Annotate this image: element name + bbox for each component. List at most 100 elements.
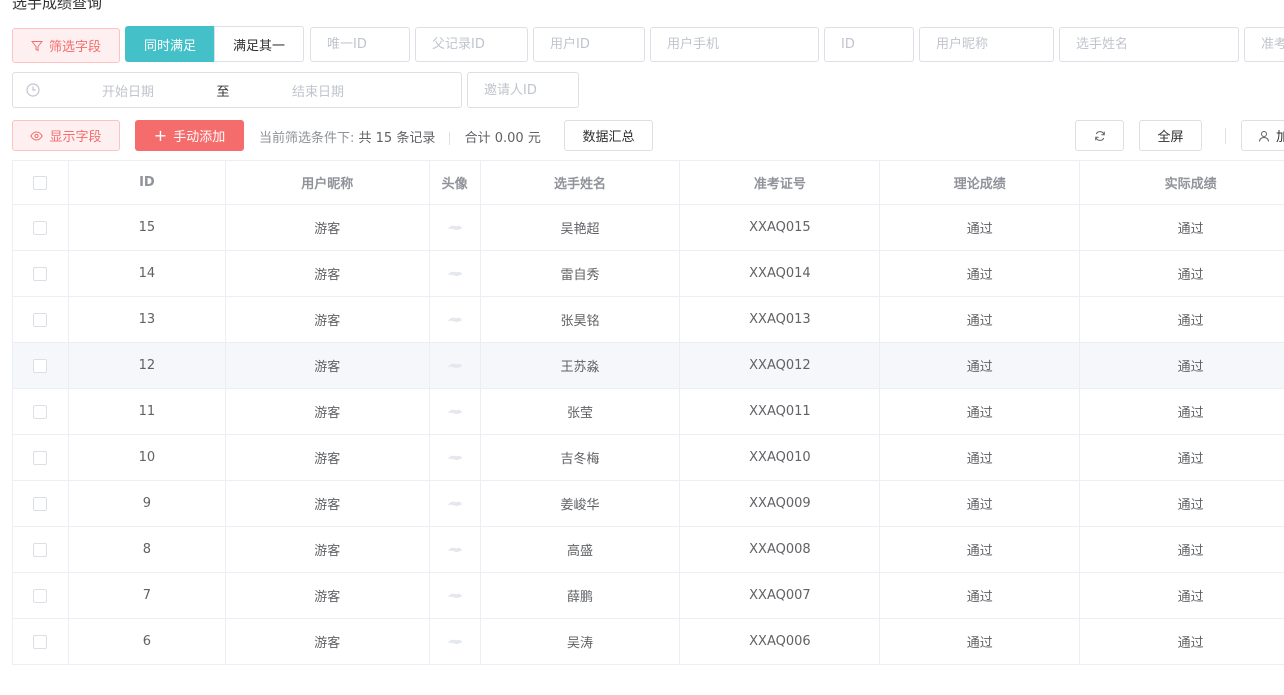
avatar[interactable] bbox=[446, 361, 464, 371]
table-row[interactable]: 6 游客 吴涛 XXAQ006 通过 通过 bbox=[13, 619, 1284, 665]
id-input[interactable] bbox=[825, 28, 913, 61]
row-checkbox[interactable] bbox=[33, 220, 48, 235]
cell-practical-score: 通过 bbox=[1080, 619, 1284, 664]
aggregate-button[interactable]: 数据汇总 bbox=[564, 120, 653, 151]
avatar[interactable] bbox=[446, 637, 464, 647]
header-exam-no[interactable]: 准考证号 bbox=[680, 161, 881, 204]
user-nickname-input[interactable] bbox=[920, 28, 1053, 61]
table-row[interactable]: 15 游客 吴艳超 XXAQ015 通过 通过 bbox=[13, 205, 1284, 251]
cell-exam-no: XXAQ008 bbox=[680, 527, 881, 572]
row-checkbox[interactable] bbox=[33, 312, 48, 327]
cell-avatar bbox=[430, 619, 481, 664]
parent-id-field[interactable] bbox=[415, 27, 528, 62]
cell-nickname: 游客 bbox=[226, 297, 430, 342]
select-all-checkbox[interactable] bbox=[33, 175, 48, 190]
exam-no-field[interactable] bbox=[1244, 27, 1284, 62]
table-row[interactable]: 12 游客 王苏淼 XXAQ012 通过 通过 bbox=[13, 343, 1284, 389]
toolbar-divider bbox=[1225, 128, 1226, 144]
cell-avatar bbox=[430, 389, 481, 434]
cell-avatar bbox=[430, 573, 481, 618]
cell-exam-no: XXAQ010 bbox=[680, 435, 881, 480]
table-row[interactable]: 10 游客 吉冬梅 XXAQ010 通过 通过 bbox=[13, 435, 1284, 481]
summary-total: 合计 0.00 元 bbox=[464, 131, 541, 146]
match-all-toggle[interactable]: 同时满足 bbox=[125, 26, 215, 62]
parent-id-input[interactable] bbox=[416, 28, 527, 61]
cell-practical-score: 通过 bbox=[1080, 297, 1284, 342]
filter-fields-label: 筛选字段 bbox=[48, 40, 101, 55]
player-name-input[interactable] bbox=[1060, 28, 1238, 61]
cell-nickname: 游客 bbox=[226, 435, 430, 480]
inviter-id-input[interactable] bbox=[468, 73, 578, 107]
table-row[interactable]: 13 游客 张昊铭 XXAQ013 通过 通过 bbox=[13, 297, 1284, 343]
user-id-field[interactable] bbox=[533, 27, 645, 62]
row-checkbox[interactable] bbox=[33, 542, 48, 557]
user-phone-field[interactable] bbox=[650, 27, 819, 62]
row-checkbox-cell bbox=[13, 435, 69, 480]
header-practical-score[interactable]: 实际成绩 bbox=[1080, 161, 1284, 204]
header-nickname[interactable]: 用户昵称 bbox=[226, 161, 430, 204]
cell-nickname: 游客 bbox=[226, 205, 430, 250]
row-checkbox[interactable] bbox=[33, 496, 48, 511]
manual-add-label: 手动添加 bbox=[173, 130, 226, 145]
unique-id-field[interactable] bbox=[310, 27, 410, 62]
cell-id: 13 bbox=[69, 297, 226, 342]
fullscreen-button[interactable]: 全屏 bbox=[1139, 120, 1202, 151]
cell-theory-score: 通过 bbox=[880, 573, 1081, 618]
summary-prefix: 当前筛选条件下: bbox=[259, 131, 355, 146]
end-date-input[interactable]: 结束日期 bbox=[243, 81, 393, 100]
table-row[interactable]: 7 游客 薛鹏 XXAQ007 通过 通过 bbox=[13, 573, 1284, 619]
manual-add-button[interactable]: + 手动添加 bbox=[135, 120, 244, 151]
cell-avatar bbox=[430, 527, 481, 572]
row-checkbox[interactable] bbox=[33, 634, 48, 649]
row-checkbox[interactable] bbox=[33, 404, 48, 419]
cell-exam-no: XXAQ012 bbox=[680, 343, 881, 388]
cell-theory-score: 通过 bbox=[880, 343, 1081, 388]
avatar[interactable] bbox=[446, 499, 464, 509]
table-row[interactable]: 8 游客 高盛 XXAQ008 通过 通过 bbox=[13, 527, 1284, 573]
cell-player-name: 张莹 bbox=[481, 389, 681, 434]
avatar[interactable] bbox=[446, 453, 464, 463]
avatar[interactable] bbox=[446, 315, 464, 325]
table-row[interactable]: 11 游客 张莹 XXAQ011 通过 通过 bbox=[13, 389, 1284, 435]
table-row[interactable]: 9 游客 姜峻华 XXAQ009 通过 通过 bbox=[13, 481, 1284, 527]
avatar[interactable] bbox=[446, 545, 464, 555]
user-button[interactable]: 加 bbox=[1241, 120, 1284, 151]
start-date-input[interactable]: 开始日期 bbox=[53, 81, 203, 100]
header-id[interactable]: ID bbox=[69, 161, 226, 204]
avatar[interactable] bbox=[446, 223, 464, 233]
table-row[interactable]: 14 游客 雷自秀 XXAQ014 通过 通过 bbox=[13, 251, 1284, 297]
avatar[interactable] bbox=[446, 407, 464, 417]
user-id-input[interactable] bbox=[534, 28, 644, 61]
summary-divider bbox=[449, 132, 451, 145]
player-name-field[interactable] bbox=[1059, 27, 1239, 62]
row-checkbox[interactable] bbox=[33, 450, 48, 465]
cell-nickname: 游客 bbox=[226, 389, 430, 434]
inviter-id-field[interactable] bbox=[467, 72, 579, 108]
exam-no-input[interactable] bbox=[1245, 28, 1284, 61]
avatar[interactable] bbox=[446, 591, 464, 601]
avatar[interactable] bbox=[446, 269, 464, 279]
row-checkbox[interactable] bbox=[33, 266, 48, 281]
filter-fields-button[interactable]: 筛选字段 bbox=[12, 28, 120, 63]
cell-theory-score: 通过 bbox=[880, 389, 1081, 434]
id-field[interactable] bbox=[824, 27, 914, 62]
cell-exam-no: XXAQ015 bbox=[680, 205, 881, 250]
refresh-button[interactable] bbox=[1075, 120, 1124, 151]
header-avatar[interactable]: 头像 bbox=[430, 161, 481, 204]
row-checkbox[interactable] bbox=[33, 588, 48, 603]
row-checkbox[interactable] bbox=[33, 358, 48, 373]
show-fields-button[interactable]: 显示字段 bbox=[12, 120, 120, 151]
unique-id-input[interactable] bbox=[311, 28, 409, 61]
user-button-label: 加 bbox=[1276, 130, 1284, 145]
header-player-name[interactable]: 选手姓名 bbox=[481, 161, 681, 204]
cell-player-name: 姜峻华 bbox=[481, 481, 681, 526]
header-theory-score[interactable]: 理论成绩 bbox=[880, 161, 1081, 204]
cell-avatar bbox=[430, 251, 481, 296]
match-any-toggle[interactable]: 满足其一 bbox=[214, 26, 304, 62]
user-phone-input[interactable] bbox=[651, 28, 818, 61]
user-nickname-field[interactable] bbox=[919, 27, 1054, 62]
cell-nickname: 游客 bbox=[226, 343, 430, 388]
date-range-picker[interactable]: 开始日期 至 结束日期 bbox=[12, 72, 462, 108]
cell-player-name: 张昊铭 bbox=[481, 297, 681, 342]
cell-id: 15 bbox=[69, 205, 226, 250]
